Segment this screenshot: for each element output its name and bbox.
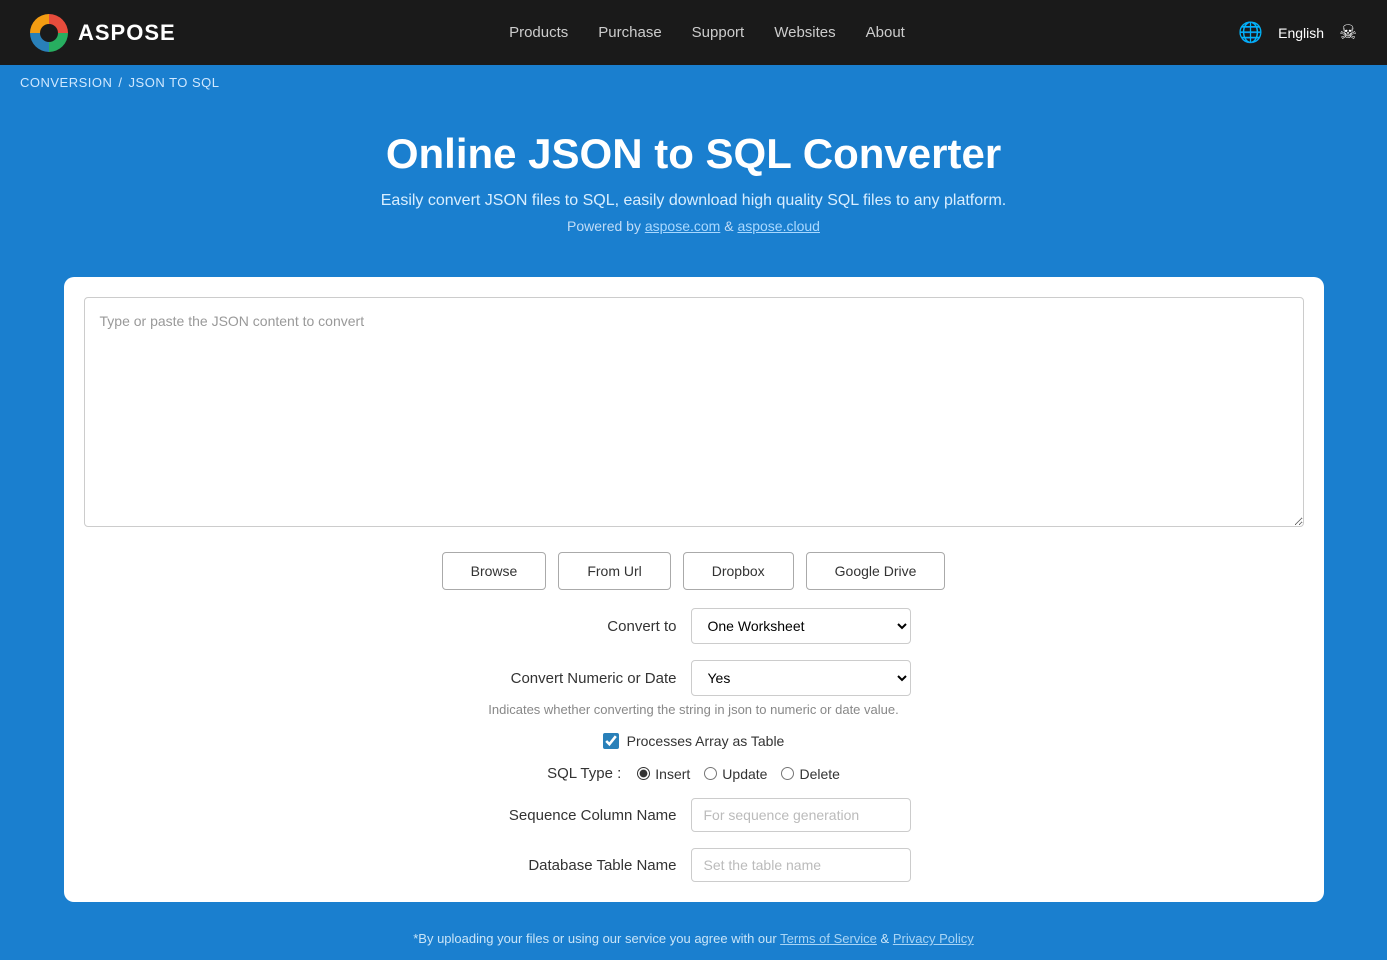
convert-to-select[interactable]: One Worksheet Multiple Worksheets bbox=[691, 608, 911, 644]
logo-icon[interactable] bbox=[30, 14, 68, 52]
nav-purchase[interactable]: Purchase bbox=[598, 24, 661, 41]
powered-text: Powered by aspose.com & aspose.cloud bbox=[20, 218, 1367, 234]
sql-type-update-label: Update bbox=[722, 766, 767, 782]
options-section: Convert to One Worksheet Multiple Worksh… bbox=[84, 608, 1304, 882]
database-table-input[interactable] bbox=[691, 848, 911, 882]
breadcrumb-conversion[interactable]: CONVERSION bbox=[20, 75, 112, 90]
nav-support[interactable]: Support bbox=[692, 24, 745, 41]
convert-to-row: Convert to One Worksheet Multiple Worksh… bbox=[477, 608, 911, 644]
json-input[interactable] bbox=[84, 297, 1304, 527]
language-label[interactable]: English bbox=[1278, 25, 1324, 41]
convert-numeric-hint: Indicates whether converting the string … bbox=[488, 702, 898, 717]
navbar: ASPOSE Products Purchase Support Website… bbox=[0, 0, 1387, 65]
processes-array-row: Processes Array as Table bbox=[603, 733, 785, 749]
breadcrumb: CONVERSION / JSON TO SQL bbox=[0, 65, 1387, 100]
sql-type-radio-group: Insert Update Delete bbox=[637, 766, 840, 782]
hero-subtitle: Easily convert JSON files to SQL, easily… bbox=[20, 192, 1367, 210]
database-table-label: Database Table Name bbox=[477, 857, 677, 874]
footer-text: *By uploading your files or using our se… bbox=[413, 931, 776, 946]
database-table-row: Database Table Name bbox=[477, 848, 911, 882]
aspose-com-link[interactable]: aspose.com bbox=[645, 218, 720, 234]
main-card: Browse From Url Dropbox Google Drive Con… bbox=[64, 277, 1324, 902]
processes-array-checkbox[interactable] bbox=[603, 733, 619, 749]
logo-text: ASPOSE bbox=[78, 20, 176, 46]
nav-about[interactable]: About bbox=[866, 24, 905, 41]
sql-type-delete-radio[interactable] bbox=[781, 767, 794, 780]
from-url-button[interactable]: From Url bbox=[558, 552, 670, 590]
sql-type-update: Update bbox=[704, 766, 767, 782]
sql-type-update-radio[interactable] bbox=[704, 767, 717, 780]
sql-type-label: SQL Type : bbox=[547, 765, 621, 782]
convert-numeric-row: Convert Numeric or Date Yes No bbox=[477, 660, 911, 696]
aspose-cloud-link[interactable]: aspose.cloud bbox=[737, 218, 820, 234]
nav-websites[interactable]: Websites bbox=[774, 24, 835, 41]
sql-type-row: SQL Type : Insert Update Delete bbox=[547, 765, 840, 782]
sequence-column-label: Sequence Column Name bbox=[477, 807, 677, 824]
privacy-policy-link[interactable]: Privacy Policy bbox=[893, 931, 974, 946]
convert-numeric-label: Convert Numeric or Date bbox=[477, 670, 677, 687]
nav-products[interactable]: Products bbox=[509, 24, 568, 41]
globe-icon: 🌐 bbox=[1238, 20, 1263, 45]
user-icon[interactable]: ☠ bbox=[1339, 20, 1357, 45]
navbar-nav: Products Purchase Support Websites About bbox=[509, 24, 905, 41]
dropbox-button[interactable]: Dropbox bbox=[683, 552, 794, 590]
sql-type-insert: Insert bbox=[637, 766, 690, 782]
sql-type-delete: Delete bbox=[781, 766, 839, 782]
navbar-logo-area: ASPOSE bbox=[30, 14, 176, 52]
convert-to-label: Convert to bbox=[477, 618, 677, 635]
hero-section: Online JSON to SQL Converter Easily conv… bbox=[0, 100, 1387, 262]
breadcrumb-current: JSON TO SQL bbox=[129, 75, 220, 90]
sql-type-insert-label: Insert bbox=[655, 766, 690, 782]
sequence-column-input[interactable] bbox=[691, 798, 911, 832]
breadcrumb-separator: / bbox=[118, 75, 122, 90]
browse-button[interactable]: Browse bbox=[442, 552, 547, 590]
sequence-column-row: Sequence Column Name bbox=[477, 798, 911, 832]
sql-type-delete-label: Delete bbox=[799, 766, 839, 782]
sql-type-insert-radio[interactable] bbox=[637, 767, 650, 780]
navbar-right: 🌐 English ☠ bbox=[1238, 20, 1357, 45]
convert-numeric-select[interactable]: Yes No bbox=[691, 660, 911, 696]
google-drive-button[interactable]: Google Drive bbox=[806, 552, 946, 590]
processes-array-label: Processes Array as Table bbox=[627, 733, 785, 749]
file-buttons-row: Browse From Url Dropbox Google Drive bbox=[84, 552, 1304, 590]
page-title: Online JSON to SQL Converter bbox=[20, 130, 1367, 178]
terms-of-service-link[interactable]: Terms of Service bbox=[780, 931, 877, 946]
footer-bar: *By uploading your files or using our se… bbox=[0, 917, 1387, 960]
